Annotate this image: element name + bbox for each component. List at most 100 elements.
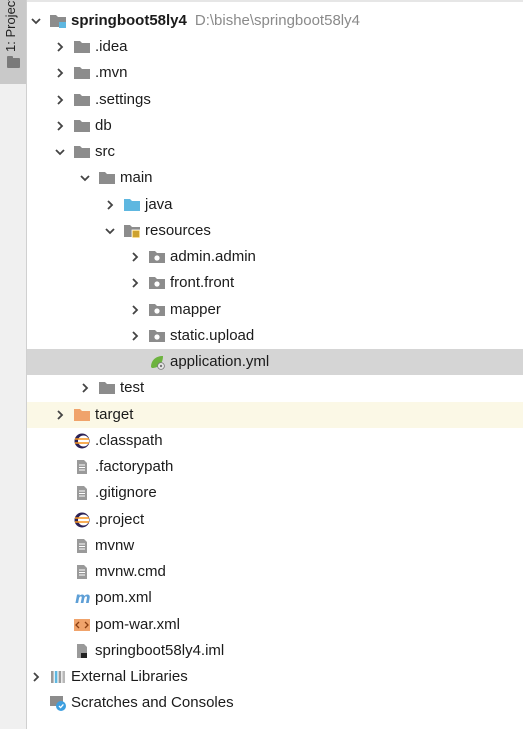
tree-node-label: main [120,169,153,186]
tree-node-project[interactable]: .project [27,507,523,533]
tree-node-label: .project [95,511,145,528]
tree-node-label: db [95,117,112,134]
package-icon [148,249,166,265]
chevron-right-icon[interactable] [53,113,67,139]
tree-node-idea[interactable]: .idea [27,34,523,60]
tree-node-label: application.yml [170,353,270,370]
project-tool-window-tab[interactable]: 1: Project [0,0,26,84]
chevron-right-icon[interactable] [128,244,142,270]
tree-node-label: front.front [170,274,235,291]
tree-node-java[interactable]: java [27,192,523,218]
tree-node-classpath[interactable]: .classpath [27,428,523,454]
java-source-folder-icon [123,197,141,213]
tree-node-label: src [95,143,115,160]
tree-node-label: resources [145,222,211,239]
folder-icon [98,170,116,186]
tree-node-src[interactable]: src [27,139,523,165]
chevron-right-icon[interactable] [53,60,67,86]
tree-node-gitignore[interactable]: .gitignore [27,480,523,506]
chevron-right-icon[interactable] [128,323,142,349]
tree-node-label: java [145,196,173,213]
tree-node-iml[interactable]: springboot58ly4.iml [27,638,523,664]
chevron-right-icon[interactable] [128,270,142,296]
tree-node-label: pom-war.xml [95,616,181,633]
tree-node-mvnw-cmd[interactable]: mvnw.cmd [27,559,523,585]
root-path: D:\bishe\springboot58ly4 [194,12,360,29]
iml-icon [73,643,91,659]
tree-node-label: .settings [95,91,151,108]
chevron-down-icon[interactable] [29,8,43,34]
tree-node-mvnw[interactable]: mvnw [27,533,523,559]
root-name: springboot58ly4 [71,12,187,29]
tree-node-label: static.upload [170,327,255,344]
project-folder-icon [7,56,20,68]
folder-icon [73,39,91,55]
tree-node-admin-admin[interactable]: admin.admin [27,244,523,270]
tree-node-pom-war-xml[interactable]: pom-war.xml [27,612,523,638]
tree-node-target[interactable]: target [27,402,523,428]
chevron-down-icon[interactable] [103,218,117,244]
folder-icon [73,144,91,160]
package-icon [148,302,166,318]
tree-node-mvn[interactable]: .mvn [27,60,523,86]
folder-icon [98,380,116,396]
spring-yml-icon [148,354,166,370]
tree-node-label: .mvn [95,64,128,81]
tree-node-label: External Libraries [71,668,188,685]
tree-node-label: springboot58ly4.iml [95,642,225,659]
tree-node-front-front[interactable]: front.front [27,270,523,296]
package-icon [148,328,166,344]
scratches-icon [49,695,67,711]
chevron-down-icon[interactable] [78,165,92,191]
eclipse-icon [73,512,91,528]
tree-node-label: mvnw [95,537,135,554]
eclipse-icon [73,433,91,449]
folder-icon [73,118,91,134]
tree-node-external-libraries[interactable]: External Libraries [27,664,523,690]
tree-node-factorypath[interactable]: .factorypath [27,454,523,480]
folder-icon [73,92,91,108]
package-icon [148,275,166,291]
tree-node-label: mvnw.cmd [95,563,166,580]
text-file-icon [73,459,91,475]
tree-node-label: Scratches and Consoles [71,694,234,711]
excluded-folder-icon [73,407,91,423]
chevron-right-icon[interactable] [53,402,67,428]
text-file-icon [73,538,91,554]
tree-node-static-upload[interactable]: static.upload [27,323,523,349]
tree-node-application-yml[interactable]: application.yml [27,349,523,375]
tree-node-label: pom.xml [95,589,152,606]
tree-node-settings[interactable]: .settings [27,87,523,113]
tree-node-resources[interactable]: resources [27,218,523,244]
tree-node-label: admin.admin [170,248,256,265]
chevron-right-icon[interactable] [78,375,92,401]
xml-icon [73,617,91,633]
tree-top-border [27,0,523,2]
tree-node-pom-xml[interactable]: pom.xml [27,585,523,611]
tree-node-main[interactable]: main [27,165,523,191]
tree-node-label: test [120,379,145,396]
tree-node-label: .gitignore [95,484,157,501]
chevron-right-icon[interactable] [29,664,43,690]
maven-icon [73,590,91,606]
tree-node-scratches[interactable]: Scratches and Consoles [27,690,523,716]
project-tree: springboot58ly4 D:\bishe\springboot58ly4… [27,0,523,729]
chevron-right-icon[interactable] [53,34,67,60]
folder-icon [73,65,91,81]
tree-node-mapper[interactable]: mapper [27,297,523,323]
text-file-icon [73,564,91,580]
tree-node-label: .idea [95,38,128,55]
chevron-right-icon[interactable] [128,297,142,323]
resources-folder-icon [123,223,141,239]
tree-node-label: .classpath [95,432,163,449]
project-tab-label: 1: Project [3,0,18,52]
tool-window-stripe: 1: Project [0,0,27,729]
chevron-down-icon[interactable] [53,139,67,165]
tree-node-test[interactable]: test [27,375,523,401]
tree-node-db[interactable]: db [27,113,523,139]
tree-node-root[interactable]: springboot58ly4 D:\bishe\springboot58ly4 [27,8,523,34]
tree-node-label: mapper [170,301,221,318]
text-file-icon [73,485,91,501]
chevron-right-icon[interactable] [103,192,117,218]
chevron-right-icon[interactable] [53,87,67,113]
